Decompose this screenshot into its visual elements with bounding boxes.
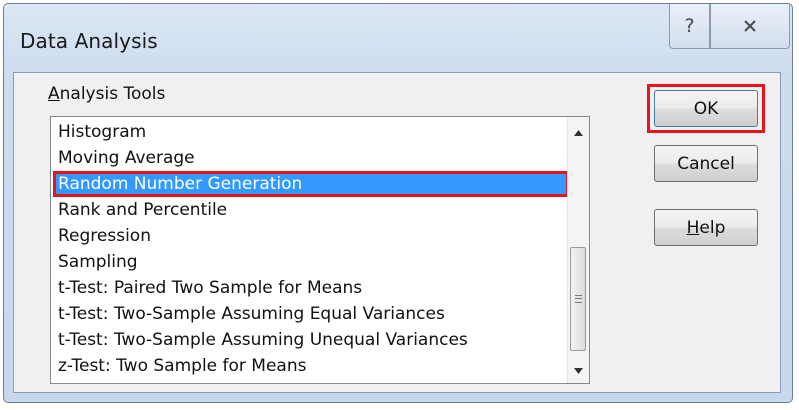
list-item[interactable]: Rank and Percentile [53,197,569,223]
accelerator-char: A [48,84,60,104]
list-items: Histogram Moving Average Random Number Gen… [53,119,569,379]
list-item[interactable]: Moving Average [53,145,569,171]
list-item[interactable]: Histogram [53,119,569,145]
label-rest: elp [699,217,726,238]
list-item[interactable]: t-Test: Paired Two Sample for Means [53,275,569,301]
label-rest: nalysis Tools [59,84,166,104]
list-item-selected[interactable]: Random Number Generation [53,171,569,197]
analysis-tools-label: Analysis Tools [48,84,165,104]
list-item[interactable]: t-Test: Two-Sample Assuming Equal Varian… [53,301,569,327]
help-caption-button[interactable]: ? [669,4,710,49]
scroll-up-button[interactable] [568,123,589,143]
dialog-window: Data Analysis ? Analysis Tools Histogram… [3,3,793,403]
grip-icon [574,295,582,303]
question-mark-icon: ? [684,15,695,37]
window-title: Data Analysis [20,29,158,53]
list-item[interactable]: Regression [53,223,569,249]
dialog-body: Analysis Tools Histogram Moving Average Ra… [13,72,781,393]
analysis-tools-listbox[interactable]: Histogram Moving Average Random Number Gen… [50,116,590,384]
scroll-thumb[interactable] [570,247,586,351]
help-button[interactable]: Help [654,209,758,246]
scroll-down-button[interactable] [568,361,589,381]
vertical-scrollbar[interactable] [567,117,589,383]
accelerator-char: H [686,217,700,238]
triangle-up-icon [574,130,583,136]
list-item[interactable]: t-Test: Two-Sample Assuming Unequal Vari… [53,327,569,353]
close-x-icon [744,20,756,32]
ok-button-label: OK [693,98,719,119]
help-button-label: Help [687,218,726,238]
close-button[interactable] [710,4,790,49]
cancel-button-label: Cancel [677,153,735,174]
list-item[interactable]: Sampling [53,249,569,275]
ok-button[interactable]: OK [647,84,765,133]
list-item[interactable]: z-Test: Two Sample for Means [53,353,569,379]
cancel-button[interactable]: Cancel [654,145,758,182]
title-bar[interactable]: Data Analysis ? [4,4,792,72]
triangle-down-icon [574,368,583,374]
